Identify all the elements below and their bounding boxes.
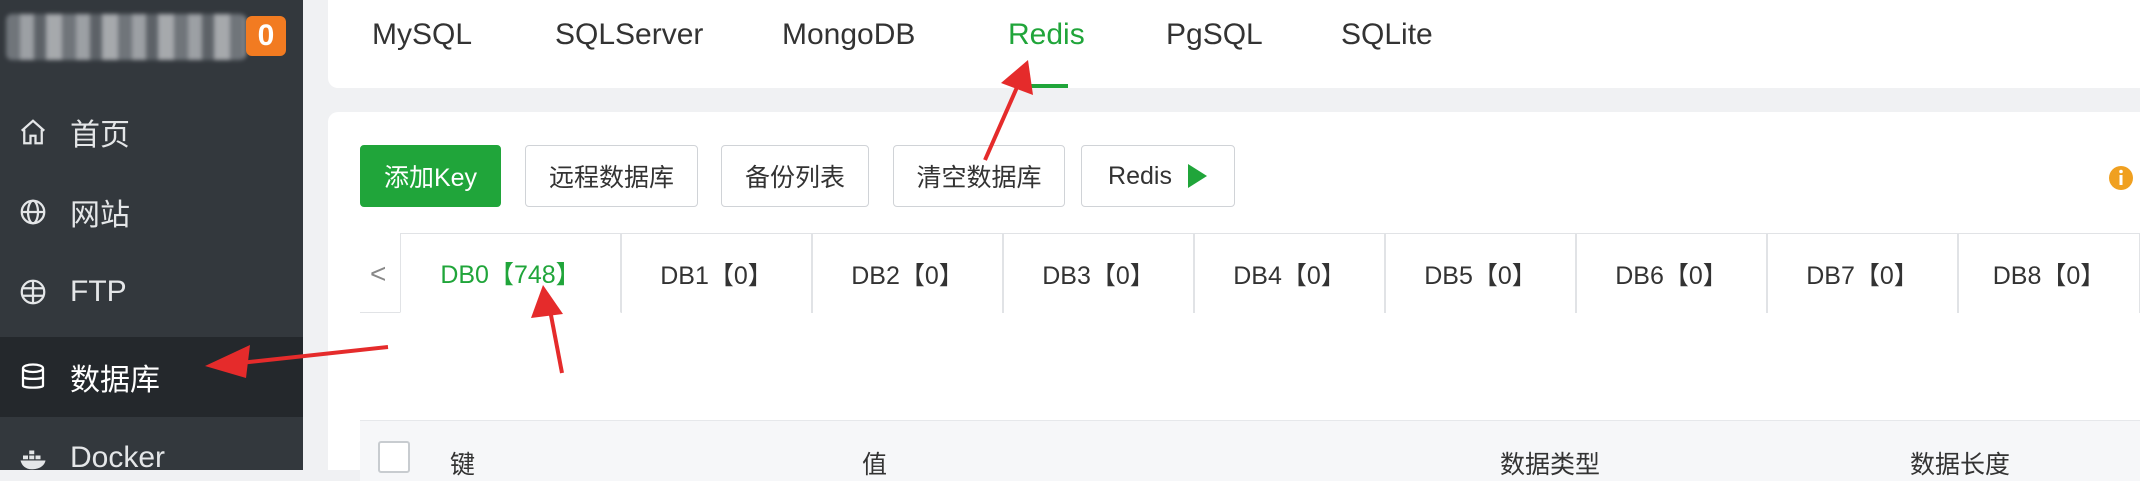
tab-mongodb[interactable]: MongoDB	[782, 18, 915, 52]
sidebar-logo-area: 0	[0, 0, 303, 76]
sidebar-item-label: FTP	[70, 275, 127, 308]
database-icon	[21, 363, 45, 389]
sidebar-item-label: Docker	[70, 441, 166, 470]
table-header	[360, 420, 2140, 481]
backup-list-button[interactable]: 备份列表	[721, 145, 869, 207]
sidebar-item-database[interactable]: 数据库	[0, 337, 303, 417]
sidebar-item-label: 数据库	[70, 364, 160, 397]
db-tab-7[interactable]: DB7【0】	[1767, 233, 1958, 313]
info-icon[interactable]	[2108, 165, 2134, 191]
blurred-server-name	[6, 14, 246, 60]
column-header-length[interactable]: 数据长度	[1910, 445, 2010, 481]
remote-database-button[interactable]: 远程数据库	[525, 145, 698, 207]
notification-badge[interactable]: 0	[246, 16, 286, 56]
sidebar-item-docker[interactable]: Docker	[0, 418, 303, 470]
db-tab-3[interactable]: DB3【0】	[1003, 233, 1194, 313]
play-icon	[1187, 164, 1207, 188]
globe-icon	[20, 199, 46, 225]
column-header-type[interactable]: 数据类型	[1500, 445, 1600, 481]
redis-manage-button[interactable]: Redis	[1081, 145, 1235, 207]
home-icon	[21, 119, 45, 145]
column-header-value[interactable]: 值	[862, 445, 887, 481]
db-tab-2[interactable]: DB2【0】	[812, 233, 1003, 313]
db-tab-1[interactable]: DB1【0】	[621, 233, 812, 313]
ftp-globe-icon	[20, 279, 46, 305]
db-tab-8[interactable]: DB8【0】	[1958, 233, 2140, 313]
active-tab-indicator	[1028, 84, 1068, 88]
sidebar: 0 首页 网站 FTP 数据库 Docker	[0, 0, 303, 470]
db-tab-5[interactable]: DB5【0】	[1385, 233, 1576, 313]
select-all-checkbox[interactable]	[378, 441, 410, 473]
sidebar-item-label: 网站	[70, 199, 130, 232]
redis-button-label: Redis	[1108, 161, 1172, 190]
db-tab-6[interactable]: DB6【0】	[1576, 233, 1767, 313]
sidebar-item-website[interactable]: 网站	[0, 172, 303, 252]
sidebar-item-home[interactable]: 首页	[0, 92, 303, 172]
tab-redis[interactable]: Redis	[1008, 18, 1085, 52]
tab-mysql[interactable]: MySQL	[372, 18, 472, 52]
db-tab-4[interactable]: DB4【0】	[1194, 233, 1385, 313]
sidebar-item-label: 首页	[70, 119, 130, 152]
docker-icon	[20, 450, 46, 470]
tab-sqlite[interactable]: SQLite	[1341, 18, 1433, 52]
add-key-button[interactable]: 添加Key	[360, 145, 501, 207]
sidebar-item-ftp[interactable]: FTP	[0, 252, 303, 332]
tab-pgsql[interactable]: PgSQL	[1166, 18, 1263, 52]
db-tab-0[interactable]: DB0【748】	[400, 233, 621, 313]
column-header-key[interactable]: 键	[450, 445, 475, 481]
tab-sqlserver[interactable]: SQLServer	[555, 18, 703, 52]
clear-database-button[interactable]: 清空数据库	[893, 145, 1065, 207]
scroll-left-icon[interactable]: <	[370, 258, 386, 290]
